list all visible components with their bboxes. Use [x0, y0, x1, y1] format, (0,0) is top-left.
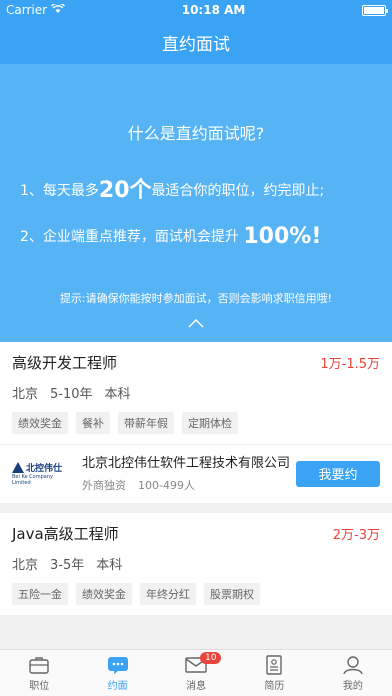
page-title: 直约面试 — [162, 34, 230, 55]
hero-line-1-post: 最适合你的职位，约完即止; — [151, 183, 325, 199]
hero-line-2-pre: 2、企业端重点推荐，面试机会提升 — [20, 229, 239, 245]
wifi-icon — [51, 2, 66, 17]
nav-bar: 直约面试 — [0, 20, 392, 64]
job-title: 高级开发工程师 — [12, 354, 118, 372]
job-salary: 1万-1.5万 — [320, 357, 380, 372]
company-row[interactable]: 北控伟仕 Bei Ke Company Limited 北京北控伟仕软件工程技术… — [0, 444, 392, 503]
tab-messages[interactable]: 10 消息 — [157, 650, 235, 696]
benefit-tag: 五险一金 — [12, 582, 68, 605]
tab-label: 约面 — [107, 680, 128, 692]
logo-text: 北控伟仕 — [26, 464, 63, 475]
logo-subtext: Bei Ke Company Limited — [12, 474, 53, 487]
company-size: 100-499人 — [138, 478, 195, 492]
hero-tip: 提示:请确保你能按时参加面试，否则会影响求职信用哦! — [59, 292, 333, 305]
benefit-tag: 年终分红 — [140, 582, 196, 605]
job-city: 北京 — [12, 557, 39, 573]
hero-banner: 什么是直约面试呢? 1、每天最多20个最适合你的职位，约完即止; 2、企业端重点… — [0, 64, 392, 342]
job-salary: 2万-3万 — [332, 527, 380, 543]
benefit-tag: 定期体检 — [182, 412, 238, 434]
benefit-tag: 绩效奖金 — [76, 582, 132, 605]
divider — [0, 502, 392, 513]
tab-bar: 职位 约面 10 消息 简历 我的 — [0, 649, 392, 696]
job-title: Java高级工程师 — [12, 524, 119, 543]
job-card[interactable]: Java高级工程师 2万-3万 北京 3-5年 本科 五险一金 绩效奖金 年终分… — [0, 512, 392, 615]
status-bar: Carrier 10:18 AM — [0, 0, 392, 20]
unread-badge: 10 — [200, 652, 222, 664]
chat-icon — [107, 656, 128, 674]
company-logo: 北控伟仕 Bei Ke Company Limited — [12, 461, 72, 486]
profile-icon — [343, 655, 363, 674]
benefit-tag: 餐补 — [76, 412, 110, 434]
tab-label: 简历 — [264, 680, 285, 692]
tab-label: 职位 — [29, 680, 50, 692]
clock: 10:18 AM — [181, 3, 246, 17]
benefit-tag: 绩效奖金 — [12, 412, 68, 434]
job-city: 北京 — [12, 387, 39, 402]
top-bar: Carrier 10:18 AM 直约面试 — [0, 0, 392, 64]
chevron-up-icon[interactable] — [0, 316, 392, 332]
job-education: 本科 — [104, 387, 131, 402]
company-name: 北京北控伟仕软件工程技术有限公司 — [82, 456, 291, 471]
tab-label: 我的 — [342, 680, 363, 692]
tab-interview[interactable]: 约面 — [78, 650, 156, 696]
hero-line-1-pre: 1、每天最多 — [20, 183, 99, 199]
hero-line-2: 2、企业端重点推荐，面试机会提升 100%! — [20, 224, 321, 249]
benefit-tag: 股票期权 — [204, 582, 260, 605]
job-card[interactable]: 高级开发工程师 1万-1.5万 北京 5-10年 本科 绩效奖金 餐补 带薪年假… — [0, 342, 392, 444]
benefit-tag: 带薪年假 — [118, 412, 174, 434]
battery-icon — [362, 4, 388, 16]
tab-label: 消息 — [186, 680, 207, 692]
tab-resume[interactable]: 简历 — [235, 650, 313, 696]
book-interview-button[interactable]: 我要约 — [296, 460, 380, 487]
carrier-label: Carrier — [6, 3, 48, 17]
job-education: 本科 — [96, 557, 123, 573]
job-experience: 5-10年 — [50, 387, 93, 402]
hero-heading: 什么是直约面试呢? — [127, 124, 265, 143]
hero-line-1-highlight: 20个 — [98, 178, 152, 203]
briefcase-icon — [29, 656, 49, 674]
company-type: 外商独资 — [82, 478, 126, 492]
tab-profile[interactable]: 我的 — [314, 650, 392, 696]
hero-line-1: 1、每天最多20个最适合你的职位，约完即止; — [20, 172, 324, 204]
tab-jobs[interactable]: 职位 — [0, 650, 78, 696]
resume-icon — [266, 654, 283, 675]
job-experience: 3-5年 — [50, 557, 85, 573]
hero-line-2-highlight: 100%! — [243, 224, 322, 249]
